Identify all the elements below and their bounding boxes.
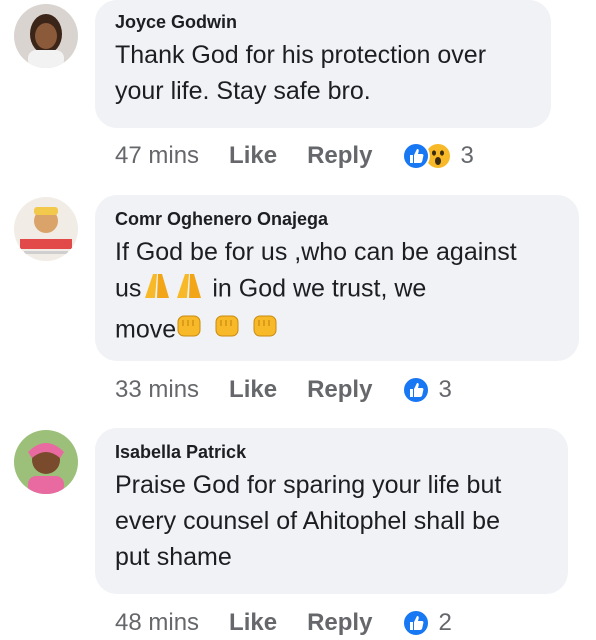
avatar[interactable] — [14, 197, 78, 261]
comment-author[interactable]: Joyce Godwin — [115, 12, 529, 33]
comment-text-line: If God be for us ,who can be against — [115, 238, 517, 266]
comment-bubble: Joyce Godwin Thank God for his protectio… — [95, 0, 551, 128]
raised-fist-icon — [176, 310, 278, 352]
comment-text-line: put shame — [115, 543, 232, 571]
like-button[interactable]: Like — [229, 376, 277, 404]
comment-meta: 47 mins Like Reply 3 — [115, 139, 474, 173]
comment-text-line: move — [115, 310, 557, 352]
comment-time[interactable]: 47 mins — [115, 142, 199, 170]
comment-text-segment: in God we trust, we — [212, 274, 427, 303]
reaction-summary[interactable] — [402, 609, 431, 637]
like-icon — [402, 142, 431, 170]
comment-text-segment: move — [115, 315, 177, 344]
reaction-summary[interactable] — [402, 142, 453, 170]
reaction-count[interactable]: 2 — [438, 609, 451, 637]
comment-text: Thank God for his protection over your l… — [115, 37, 529, 109]
comment-text-line: Thank God for his protection over — [115, 41, 487, 69]
avatar[interactable] — [14, 4, 78, 68]
comment-text-line: Praise God for sparing your life but — [115, 471, 502, 499]
reaction-summary[interactable] — [402, 376, 431, 404]
like-button[interactable]: Like — [229, 142, 277, 170]
like-icon — [402, 609, 431, 637]
comment-time[interactable]: 33 mins — [115, 376, 199, 404]
reaction-count[interactable]: 3 — [460, 142, 473, 170]
comment-meta: 48 mins Like Reply 2 — [115, 606, 452, 640]
reply-button[interactable]: Reply — [307, 609, 372, 637]
like-icon — [402, 376, 431, 404]
reply-button[interactable]: Reply — [307, 142, 372, 170]
folded-hands-icon — [141, 270, 205, 310]
comment-text: Praise God for sparing your life but eve… — [115, 467, 546, 575]
reaction-count[interactable]: 3 — [438, 376, 451, 404]
comment-bubble: Comr Oghenero Onajega If God be for us ,… — [95, 195, 579, 361]
like-button[interactable]: Like — [229, 609, 277, 637]
comment-bubble: Isabella Patrick Praise God for sparing … — [95, 428, 568, 594]
comment-text-line: us in God we trust, we — [115, 270, 557, 310]
avatar[interactable] — [14, 430, 78, 494]
comment-time[interactable]: 48 mins — [115, 609, 199, 637]
comment-meta: 33 mins Like Reply 3 — [115, 373, 452, 407]
comment-text-line: your life. Stay safe bro. — [115, 77, 371, 105]
comment-text-segment: us — [115, 274, 142, 303]
reply-button[interactable]: Reply — [307, 376, 372, 404]
comment-author[interactable]: Isabella Patrick — [115, 442, 546, 463]
comment-text-line: every counsel of Ahitophel shall be — [115, 507, 500, 535]
comment-author[interactable]: Comr Oghenero Onajega — [115, 209, 557, 230]
comment-text: If God be for us ,who can be against us … — [115, 234, 557, 352]
